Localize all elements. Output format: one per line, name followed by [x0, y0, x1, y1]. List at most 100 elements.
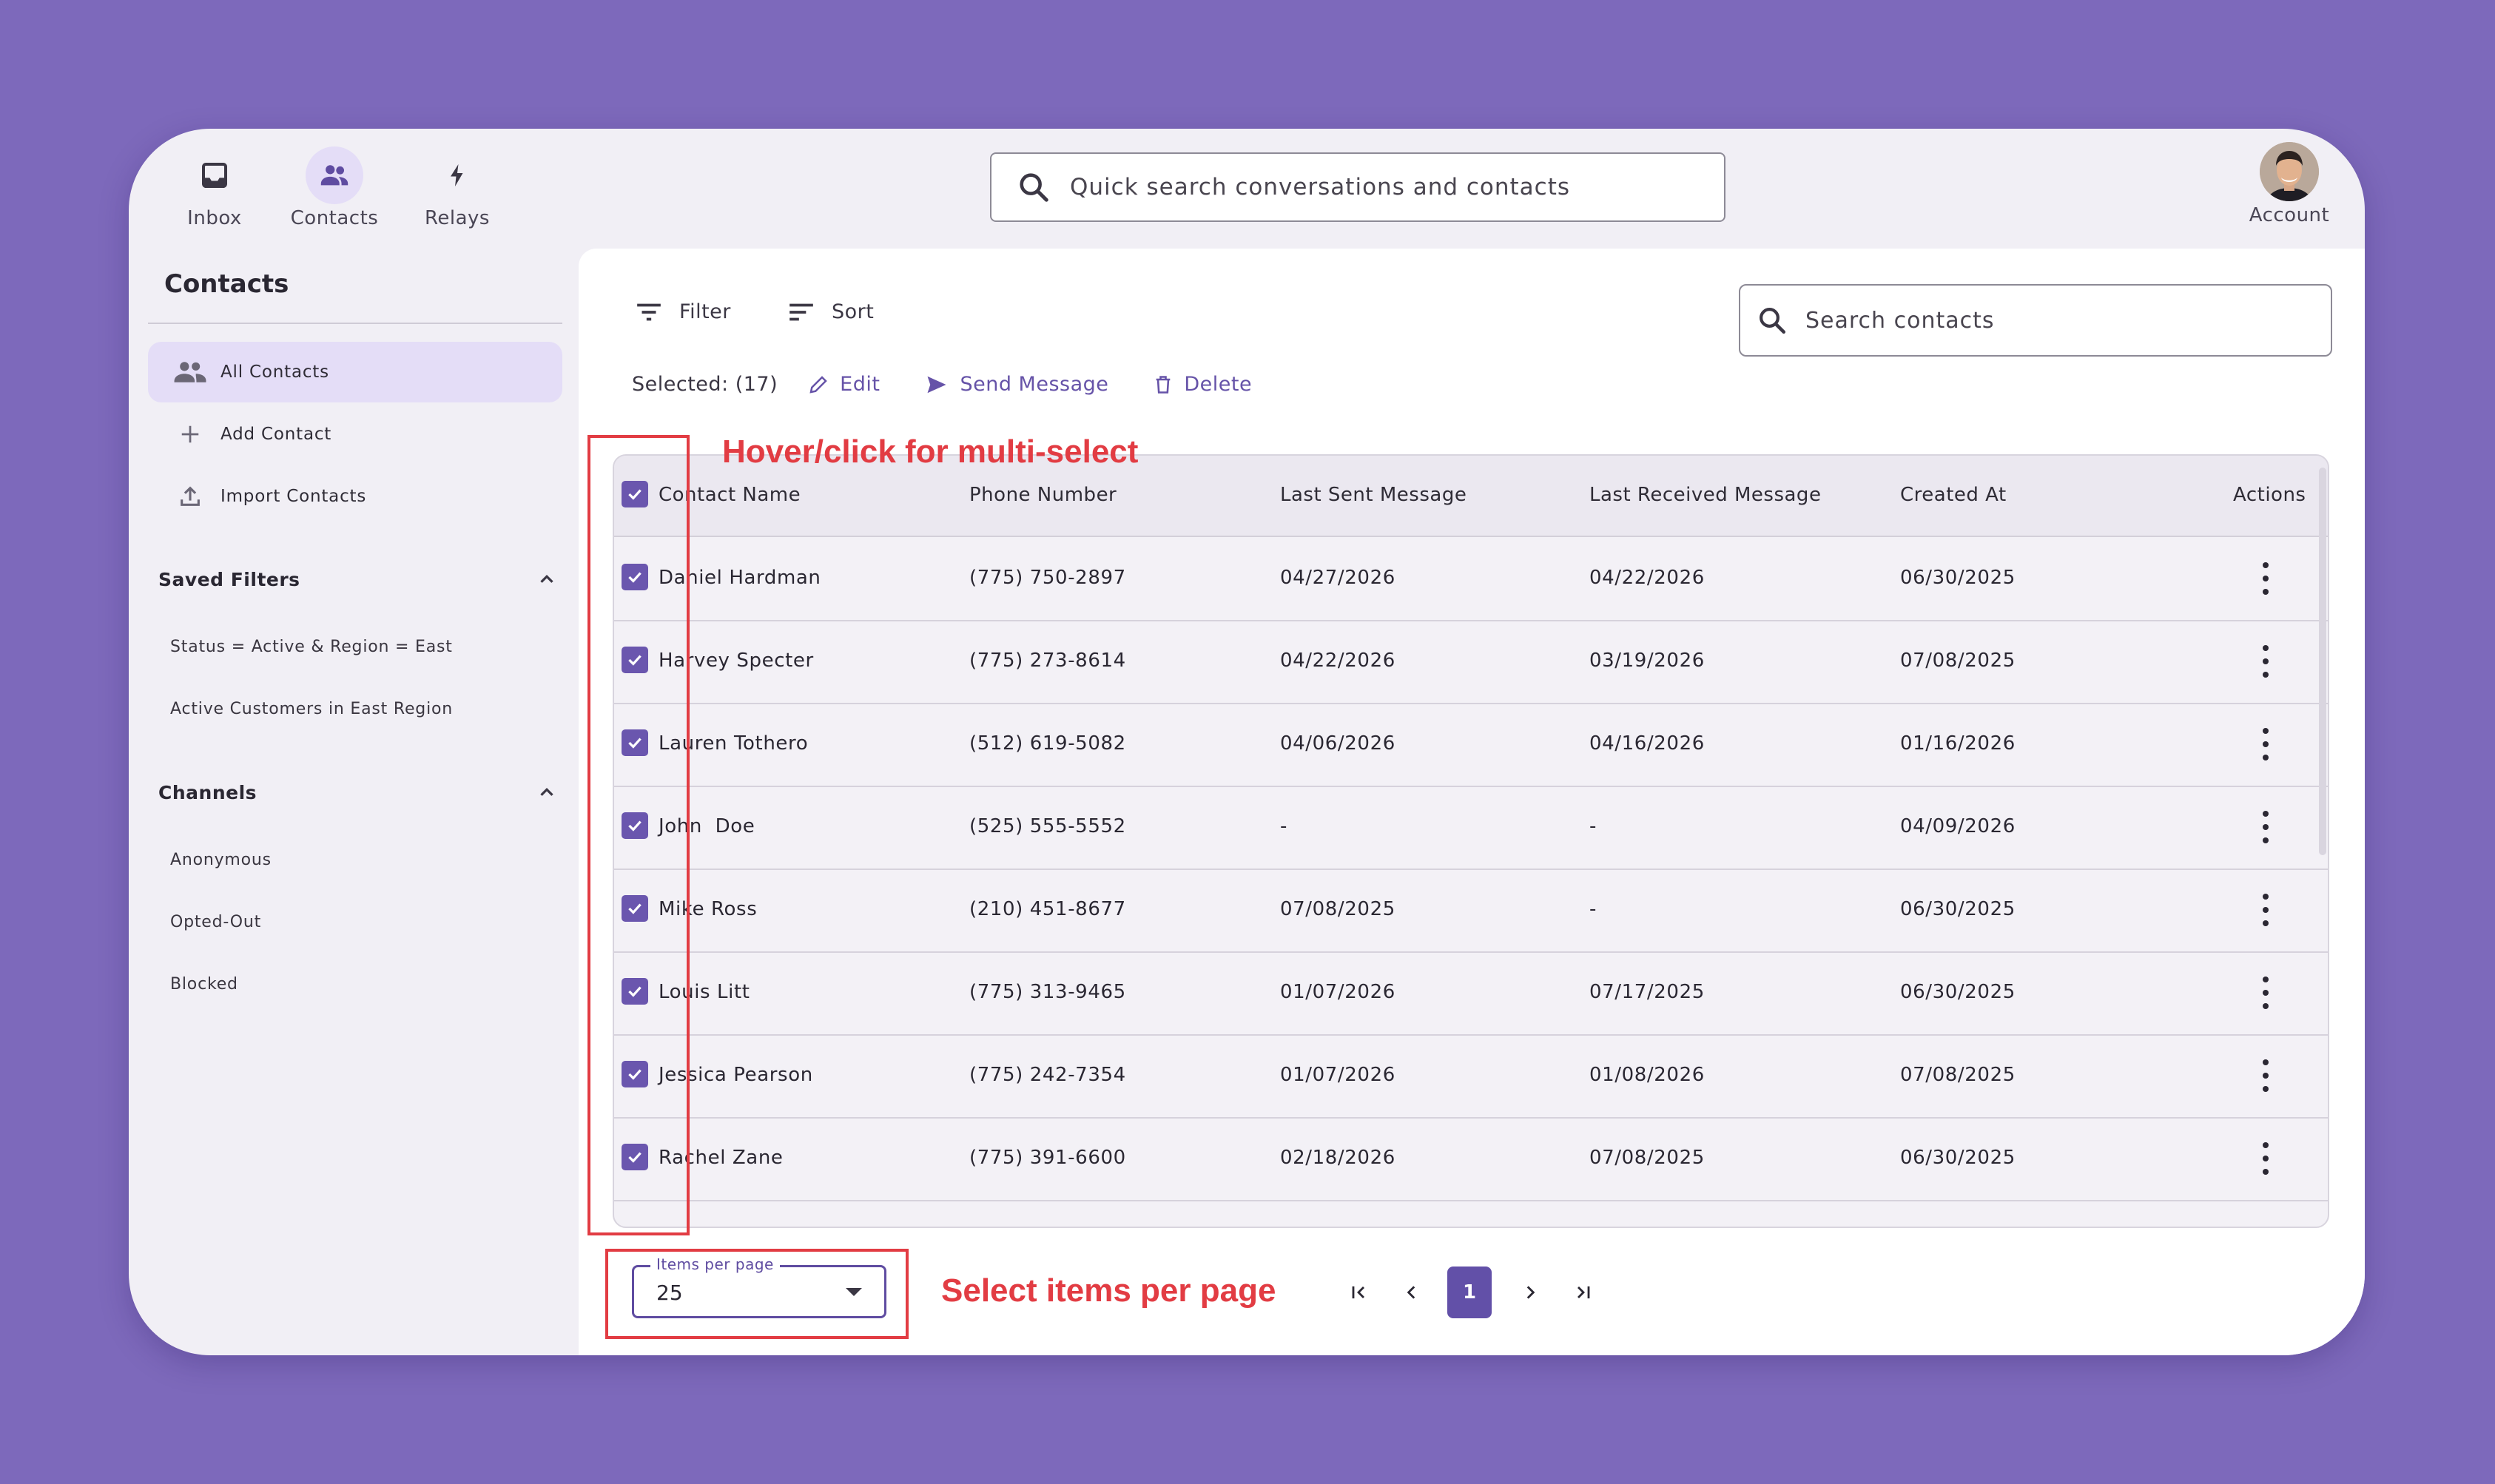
send-message-button[interactable]: Send Message [924, 373, 1108, 396]
last-page-button[interactable] [1561, 1267, 1606, 1318]
cell-last-sent: - [1280, 815, 1287, 837]
app-window: Inbox Contacts Relays Quick search conve… [129, 129, 2365, 1355]
cell-last-sent: 01/07/2026 [1280, 1064, 1395, 1086]
cell-last-received: - [1589, 898, 1597, 920]
previous-page-button[interactable] [1390, 1267, 1434, 1318]
selection-bar: Selected: (17) Edit Send Message Delete [632, 373, 1252, 396]
column-header-actions: Actions [2233, 484, 2306, 506]
more-vert-icon[interactable] [2258, 562, 2273, 595]
more-vert-icon[interactable] [2258, 894, 2273, 926]
edit-label: Edit [840, 373, 881, 396]
sidebar-item-label: Import Contacts [220, 487, 367, 506]
table-row[interactable]: John Doe (525) 555-5552 - - 04/09/2026 [614, 786, 2328, 870]
cell-created-at: 07/08/2025 [1900, 1064, 2016, 1086]
bolt-icon [428, 146, 486, 204]
cell-phone: (775) 273-8614 [969, 650, 1126, 672]
inbox-icon [186, 146, 243, 204]
search-icon [1020, 173, 1048, 202]
chevron-up-icon[interactable] [536, 568, 558, 590]
column-header-created-at[interactable]: Created At [1900, 484, 2007, 506]
edit-button[interactable]: Edit [807, 373, 880, 396]
upload-icon [172, 484, 209, 509]
next-page-button[interactable] [1508, 1267, 1552, 1318]
contacts-search-input[interactable]: Search contacts [1739, 284, 2332, 357]
account-button[interactable]: Account [2230, 142, 2348, 226]
nav-contacts[interactable]: Contacts [275, 146, 394, 229]
cell-created-at: 01/16/2026 [1900, 732, 2016, 755]
sidebar-item-import-contacts[interactable]: Import Contacts [148, 466, 562, 527]
quick-search-input[interactable]: Quick search conversations and contacts [990, 152, 1725, 222]
table-row[interactable]: Rachel Zane (775) 391-6600 02/18/2026 07… [614, 1117, 2328, 1201]
column-header-phone[interactable]: Phone Number [969, 484, 1117, 506]
cell-created-at: 06/30/2025 [1900, 898, 2016, 920]
cell-phone: (775) 391-6600 [969, 1147, 1126, 1169]
delete-button[interactable]: Delete [1153, 373, 1252, 396]
people-icon [172, 360, 209, 384]
sidebar-title: Contacts [164, 269, 289, 299]
items-per-page-annotation-box [605, 1249, 909, 1339]
more-vert-icon[interactable] [2258, 811, 2273, 843]
cell-last-received: 01/08/2026 [1589, 1064, 1705, 1086]
send-message-label: Send Message [960, 373, 1109, 396]
page-number-button[interactable]: 1 [1447, 1267, 1492, 1318]
saved-filters-header[interactable]: Saved Filters [158, 568, 558, 590]
cell-phone: (525) 555-5552 [969, 815, 1126, 837]
first-page-button[interactable] [1336, 1267, 1381, 1318]
cell-last-received: 04/22/2026 [1589, 567, 1705, 589]
sort-label: Sort [832, 300, 875, 323]
channel-item-blocked[interactable]: Blocked [170, 975, 238, 994]
channel-item-anonymous[interactable]: Anonymous [170, 851, 272, 869]
cell-last-received: 03/19/2026 [1589, 650, 1705, 672]
cell-last-sent: 04/22/2026 [1280, 650, 1395, 672]
cell-phone: (512) 619-5082 [969, 732, 1126, 755]
quick-search-placeholder: Quick search conversations and contacts [1070, 174, 1571, 200]
items-per-page-annotation: Select items per page [941, 1272, 1276, 1309]
channels-header[interactable]: Channels [158, 781, 558, 803]
chevron-up-icon[interactable] [536, 781, 558, 803]
filter-button[interactable]: Filter [635, 300, 731, 323]
plus-icon [172, 423, 209, 445]
saved-filter-item[interactable]: Active Customers in East Region [170, 700, 453, 718]
sidebar-item-add-contact[interactable]: Add Contact [148, 404, 562, 465]
cell-last-sent: 07/08/2025 [1280, 898, 1395, 920]
cell-phone: (210) 451-8677 [969, 898, 1126, 920]
cell-last-sent: 01/07/2026 [1280, 981, 1395, 1003]
avatar [2260, 142, 2319, 201]
sort-icon [789, 303, 813, 320]
column-header-last-sent[interactable]: Last Sent Message [1280, 484, 1467, 506]
cell-last-sent: 04/27/2026 [1280, 567, 1395, 589]
nav-inbox[interactable]: Inbox [155, 146, 274, 229]
more-vert-icon[interactable] [2258, 977, 2273, 1009]
sidebar-item-label: All Contacts [220, 362, 329, 382]
table-scrollbar[interactable] [2319, 468, 2326, 855]
sort-button[interactable]: Sort [787, 300, 874, 323]
more-vert-icon[interactable] [2258, 728, 2273, 760]
cell-phone: (775) 750-2897 [969, 567, 1126, 589]
multi-select-annotation-box [587, 435, 690, 1235]
saved-filter-item[interactable]: Status = Active & Region = East [170, 638, 453, 656]
channel-item-opted-out[interactable]: Opted-Out [170, 913, 261, 931]
pencil-icon [809, 375, 827, 394]
table-row[interactable]: Louis Litt (775) 313-9465 01/07/2026 07/… [614, 951, 2328, 1036]
nav-relays-label: Relays [425, 207, 490, 229]
nav-relays[interactable]: Relays [398, 146, 516, 229]
sidebar-item-all-contacts[interactable]: All Contacts [148, 342, 562, 402]
table-row[interactable]: Lauren Tothero (512) 619-5082 04/06/2026… [614, 703, 2328, 787]
nav-contacts-label: Contacts [290, 207, 379, 229]
cell-created-at: 04/09/2026 [1900, 815, 2016, 837]
chevron-left-icon [1407, 1286, 1415, 1299]
first-page-icon [1352, 1286, 1364, 1299]
column-header-last-received[interactable]: Last Received Message [1589, 484, 1821, 506]
table-row[interactable]: Daniel Hardman (775) 750-2897 04/27/2026… [614, 537, 2328, 621]
table-row[interactable]: Harvey Specter (775) 273-8614 04/22/2026… [614, 620, 2328, 704]
contacts-search-placeholder: Search contacts [1805, 307, 1995, 334]
more-vert-icon[interactable] [2258, 1142, 2273, 1175]
more-vert-icon[interactable] [2258, 645, 2273, 678]
cell-last-received: 04/16/2026 [1589, 732, 1705, 755]
sidebar-item-label: Add Contact [220, 425, 332, 444]
cell-created-at: 06/30/2025 [1900, 1147, 2016, 1169]
table-row[interactable]: Mike Ross (210) 451-8677 07/08/2025 - 06… [614, 869, 2328, 953]
more-vert-icon[interactable] [2258, 1059, 2273, 1092]
last-page-icon [1578, 1286, 1590, 1299]
table-row[interactable]: Jessica Pearson (775) 242-7354 01/07/202… [614, 1034, 2328, 1119]
